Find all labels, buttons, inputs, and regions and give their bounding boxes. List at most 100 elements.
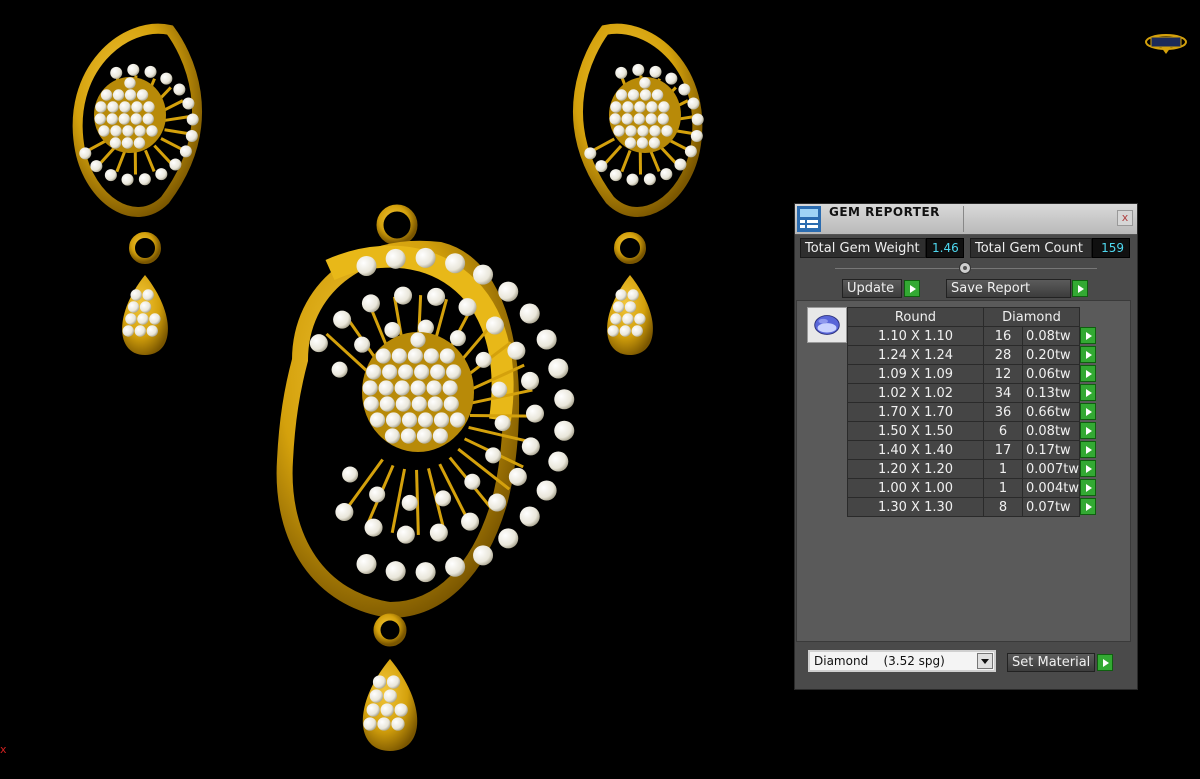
pendant-mid-pearl bbox=[485, 316, 504, 335]
pendant-mid-pearl bbox=[333, 310, 352, 329]
earring-drop-pearl bbox=[134, 325, 146, 337]
pendant-cluster-pearl bbox=[366, 364, 382, 380]
pendant-cluster-pearl bbox=[411, 396, 427, 412]
title-divider bbox=[963, 206, 964, 232]
earring-cluster-pearl bbox=[658, 101, 670, 113]
earring-spoke bbox=[592, 137, 616, 152]
earring-cluster-pearl bbox=[651, 89, 664, 101]
chevron-down-icon[interactable] bbox=[977, 653, 993, 669]
close-button[interactable]: x bbox=[1117, 210, 1133, 226]
earring-drop-pearl bbox=[130, 289, 142, 301]
panel-titlebar[interactable]: GEM REPORTER x bbox=[795, 204, 1137, 235]
pendant-cluster-pearl bbox=[398, 364, 414, 380]
gem-weight-cell: 0.17tw bbox=[1022, 440, 1080, 460]
earring-cluster-pearl bbox=[142, 113, 154, 125]
table-row[interactable]: 1.02 X 1.02 34 0.13tw bbox=[847, 383, 1098, 403]
table-row[interactable]: 1.20 X 1.20 1 0.007tw bbox=[847, 459, 1098, 479]
pendant-cluster-pearl bbox=[449, 412, 466, 428]
update-play-icon[interactable] bbox=[904, 280, 920, 297]
select-row-play-icon[interactable] bbox=[1079, 497, 1096, 515]
earring-cluster-pearl bbox=[130, 113, 142, 125]
gem-size-cell: 1.20 X 1.20 bbox=[847, 459, 984, 479]
earring-cluster-pearl bbox=[645, 113, 657, 125]
pendant-outer-pearl bbox=[473, 264, 494, 285]
gem-count-cell: 34 bbox=[983, 383, 1023, 403]
select-row-play-icon[interactable] bbox=[1079, 364, 1096, 382]
earring-drop-pearl bbox=[634, 313, 646, 325]
table-row[interactable]: 1.50 X 1.50 6 0.08tw bbox=[847, 421, 1098, 441]
select-row-play-icon[interactable] bbox=[1079, 383, 1096, 401]
pendant-drop-pearl bbox=[386, 675, 401, 689]
pendant-outer-pearl bbox=[554, 389, 575, 410]
pendant-cluster-pearl bbox=[369, 412, 386, 428]
earring-cluster-pearl bbox=[633, 113, 645, 125]
earring-cluster-pearl bbox=[107, 101, 119, 113]
table-row[interactable]: 1.30 X 1.30 8 0.07tw bbox=[847, 497, 1098, 517]
size-slider-thumb[interactable] bbox=[959, 262, 971, 274]
pendant-inner-pearl bbox=[401, 494, 418, 511]
earring-drop-pearl bbox=[127, 301, 140, 313]
earring-pearl bbox=[595, 160, 608, 173]
update-button[interactable]: Update bbox=[842, 279, 902, 298]
pendant-cluster-pearl bbox=[417, 412, 434, 428]
earring-link bbox=[614, 232, 646, 264]
gem-count-cell: 17 bbox=[983, 440, 1023, 460]
select-row-play-icon[interactable] bbox=[1079, 478, 1096, 496]
gem-count-cell: 6 bbox=[983, 421, 1023, 441]
earring-spoke bbox=[164, 115, 190, 122]
earring-spoke bbox=[649, 149, 661, 172]
app-logo-icon bbox=[1145, 34, 1187, 54]
select-row-play-icon[interactable] bbox=[1079, 402, 1096, 420]
earring-pearl bbox=[160, 72, 173, 85]
earring-pearl bbox=[169, 158, 182, 171]
pendant-outer-pearl bbox=[415, 562, 436, 583]
select-row-play-icon[interactable] bbox=[1079, 440, 1096, 458]
pendant-cluster-pearl bbox=[394, 380, 410, 396]
earring-cluster-pearl bbox=[122, 125, 134, 137]
pendant-outer-pearl bbox=[445, 253, 466, 274]
material-select[interactable]: Diamond (3.52 spg) bbox=[808, 650, 996, 672]
pendant-cluster-pearl bbox=[401, 412, 418, 428]
earring-cluster-pearl bbox=[118, 113, 130, 125]
gem-count-cell: 36 bbox=[983, 402, 1023, 422]
pendant-cluster-pearl bbox=[427, 396, 443, 412]
table-row[interactable]: 1.70 X 1.70 36 0.66tw bbox=[847, 402, 1098, 422]
pendant-drop-pearl bbox=[372, 675, 387, 689]
select-row-play-icon[interactable] bbox=[1079, 421, 1096, 439]
pendant-drop-pearl bbox=[369, 689, 384, 703]
earring-cluster-pearl bbox=[615, 89, 628, 101]
select-row-play-icon[interactable] bbox=[1079, 326, 1096, 344]
select-row-play-icon[interactable] bbox=[1079, 459, 1096, 477]
earring-drop-pearl bbox=[122, 325, 134, 337]
set-material-play-icon[interactable] bbox=[1097, 654, 1113, 671]
pendant-outer-pearl bbox=[445, 556, 466, 577]
gem-count-cell: 16 bbox=[983, 326, 1023, 346]
earring-drop-pearl bbox=[631, 325, 643, 337]
pendant-outer-pearl bbox=[498, 528, 519, 549]
select-row-play-icon[interactable] bbox=[1079, 345, 1096, 363]
pendant-mid-pearl bbox=[521, 371, 540, 390]
save-report-play-icon[interactable] bbox=[1072, 280, 1088, 297]
pendant-cluster-pearl bbox=[384, 428, 401, 444]
table-row[interactable]: 1.24 X 1.24 28 0.20tw bbox=[847, 345, 1098, 365]
table-row[interactable]: 1.09 X 1.09 12 0.06tw bbox=[847, 364, 1098, 384]
pendant-outer-pearl bbox=[548, 358, 569, 379]
earring-cluster-pearl bbox=[649, 125, 661, 137]
table-row[interactable]: 1.00 X 1.00 1 0.004tw bbox=[847, 478, 1098, 498]
pendant-inner-pearl bbox=[449, 330, 466, 347]
table-row[interactable]: 1.10 X 1.10 16 0.08tw bbox=[847, 326, 1098, 346]
earring-pearl bbox=[615, 66, 628, 79]
earring-pearl bbox=[632, 63, 645, 76]
save-report-button[interactable]: Save Report bbox=[946, 279, 1071, 298]
pendant-cluster-pearl bbox=[400, 428, 417, 444]
earring-pearl bbox=[110, 66, 123, 79]
pendant-cluster-pearl bbox=[423, 348, 439, 364]
earring-cluster-pearl bbox=[625, 125, 637, 137]
table-row[interactable]: 1.40 X 1.40 17 0.17tw bbox=[847, 440, 1098, 460]
set-material-button[interactable]: Set Material bbox=[1007, 653, 1095, 672]
earring-drop-pearl bbox=[619, 325, 631, 337]
gem-weight-cell: 0.08tw bbox=[1022, 421, 1080, 441]
round-gem-icon[interactable] bbox=[807, 307, 847, 343]
gem-size-cell: 1.02 X 1.02 bbox=[847, 383, 984, 403]
earring-spoke bbox=[144, 149, 156, 172]
